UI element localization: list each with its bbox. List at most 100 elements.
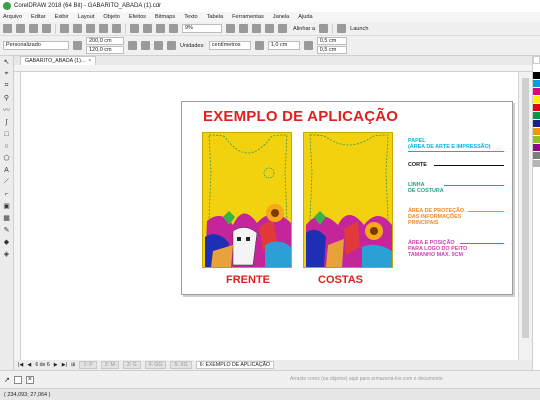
launch-dropdown[interactable]: Launch (350, 26, 368, 32)
add-page-icon[interactable]: ⊞ (71, 362, 75, 368)
text-tool-icon[interactable]: A (2, 166, 11, 174)
swatch-yellow[interactable] (533, 96, 540, 104)
menu-efeitos[interactable]: Efeitos (129, 14, 146, 20)
eyedropper-tool-icon[interactable]: ✎ (2, 226, 11, 234)
menu-ajuda[interactable]: Ajuda (298, 14, 312, 20)
page-tab-3[interactable]: 3: G (122, 361, 141, 369)
current-page-icon[interactable] (167, 41, 176, 50)
pick-tool-icon[interactable]: ↖ (2, 58, 11, 66)
page-tab-4[interactable]: 4: GG (144, 361, 167, 369)
previous-page-icon[interactable]: ◀ (27, 362, 31, 368)
swatch-gray[interactable] (533, 152, 540, 160)
portrait-icon[interactable] (128, 41, 137, 50)
swatch-white[interactable] (533, 64, 540, 72)
export-icon[interactable] (156, 24, 165, 33)
page-height-field[interactable]: 120,0 cm (86, 46, 124, 54)
grid-icon[interactable] (252, 24, 261, 33)
last-page-icon[interactable]: ▶| (62, 362, 67, 368)
zoom-level-field[interactable]: 9% (182, 24, 222, 33)
page-width-field[interactable]: 200,0 cm (86, 37, 124, 45)
menu-layout[interactable]: Layout (78, 14, 95, 20)
guidelines-icon[interactable] (265, 24, 274, 33)
page-tab-6[interactable]: 6: EXEMPLO DE APLICAÇÃO (195, 361, 275, 369)
swatch-red[interactable] (533, 104, 540, 112)
import-icon[interactable] (143, 24, 152, 33)
menu-editar[interactable]: Editar (31, 14, 46, 20)
menu-bitmaps[interactable]: Bitmaps (155, 14, 175, 20)
first-page-icon[interactable]: |◀ (18, 362, 23, 368)
crop-tool-icon[interactable]: ⌗ (2, 82, 11, 90)
next-page-icon[interactable]: ▶ (54, 362, 58, 368)
search-content-icon[interactable] (130, 24, 139, 33)
save-icon[interactable] (29, 24, 38, 33)
new-document-icon[interactable] (3, 24, 12, 33)
scrollbar-thumb[interactable] (522, 78, 529, 338)
full-screen-icon[interactable] (226, 24, 235, 33)
swatch-lime[interactable] (533, 136, 540, 144)
no-fill-swatch[interactable] (13, 375, 22, 384)
ellipse-tool-icon[interactable]: ○ (2, 142, 11, 150)
document-tab[interactable]: GABARITO_ABADA (1)... × (20, 56, 97, 65)
smart-fill-icon[interactable]: ◈ (2, 250, 11, 258)
page-frame[interactable]: EXEMPLO DE APLICAÇÃO FRENTE COSTAS PAPEL… (181, 101, 513, 295)
zoom-tool-icon[interactable]: ⚲ (2, 94, 11, 102)
copy-icon[interactable] (73, 24, 82, 33)
swatch-cyan[interactable] (533, 80, 540, 88)
snap-to-dropdown[interactable]: Alinhar a (293, 26, 315, 32)
launch-icon[interactable] (337, 24, 347, 33)
swatch-black[interactable] (533, 72, 540, 80)
vertical-scrollbar[interactable] (518, 72, 532, 360)
menu-texto[interactable]: Texto (184, 14, 197, 20)
page-tab-5[interactable]: 5: XG (170, 361, 192, 369)
redo-icon[interactable] (112, 24, 121, 33)
parallel-dimension-icon[interactable]: ⟋ (2, 178, 11, 186)
undo-icon[interactable] (99, 24, 108, 33)
duplicate-x-field[interactable]: 0,5 cm (316, 37, 347, 45)
page-tab-2[interactable]: 2: M (100, 361, 119, 369)
swatch-none[interactable] (533, 56, 540, 64)
rectangle-tool-icon[interactable]: □ (2, 130, 11, 138)
options-gear-icon[interactable] (319, 24, 329, 33)
connector-tool-icon[interactable]: ⌐ (2, 190, 11, 198)
open-icon[interactable] (16, 24, 25, 33)
drop-shadow-icon[interactable]: ▣ (2, 202, 11, 210)
remove-color-icon[interactable]: × (25, 375, 34, 384)
print-icon[interactable] (42, 24, 51, 33)
swatch-magenta[interactable] (533, 88, 540, 96)
page-tab-1[interactable]: 1: P (79, 361, 97, 369)
swatch-light-gray[interactable] (533, 160, 540, 168)
menu-objeto[interactable]: Objeto (103, 14, 119, 20)
page-preset-dropdown[interactable]: Personalizado (3, 41, 69, 50)
interactive-fill-icon[interactable]: ◆ (2, 238, 11, 246)
vertical-ruler[interactable] (14, 72, 21, 360)
menu-janela[interactable]: Janela (273, 14, 289, 20)
duplicate-y-field[interactable]: 0,5 cm (316, 46, 347, 54)
polygon-tool-icon[interactable]: ⬠ (2, 154, 11, 162)
transparency-tool-icon[interactable]: ▦ (2, 214, 11, 222)
back-shirt-mockup[interactable] (303, 132, 393, 268)
paste-icon[interactable] (86, 24, 95, 33)
horizontal-ruler[interactable] (14, 65, 532, 72)
artistic-media-icon[interactable]: ∫ (2, 118, 11, 126)
swatch-blue[interactable] (533, 120, 540, 128)
shape-tool-icon[interactable]: ⌖ (2, 70, 11, 78)
snap-icon[interactable] (278, 24, 287, 33)
cut-icon[interactable] (60, 24, 69, 33)
close-tab-icon[interactable]: × (88, 57, 91, 65)
menu-arquivo[interactable]: Arquivo (3, 14, 22, 20)
publish-pdf-icon[interactable] (169, 24, 178, 33)
landscape-icon[interactable] (141, 41, 150, 50)
pick-color-icon[interactable]: ↗ (4, 376, 10, 384)
front-shirt-mockup[interactable] (202, 132, 292, 268)
swatch-purple[interactable] (533, 144, 540, 152)
menu-tabela[interactable]: Tabela (207, 14, 223, 20)
swatch-green[interactable] (533, 112, 540, 120)
nudge-distance-field[interactable]: 1,0 cm (267, 41, 300, 50)
rulers-icon[interactable] (239, 24, 248, 33)
menu-ferramentas[interactable]: Ferramentas (232, 14, 264, 20)
swatch-orange[interactable] (533, 128, 540, 136)
freehand-tool-icon[interactable]: 〰 (2, 106, 11, 114)
menu-exibir[interactable]: Exibir (55, 14, 69, 20)
units-dropdown[interactable]: centímetros (208, 41, 251, 50)
all-pages-icon[interactable] (154, 41, 163, 50)
